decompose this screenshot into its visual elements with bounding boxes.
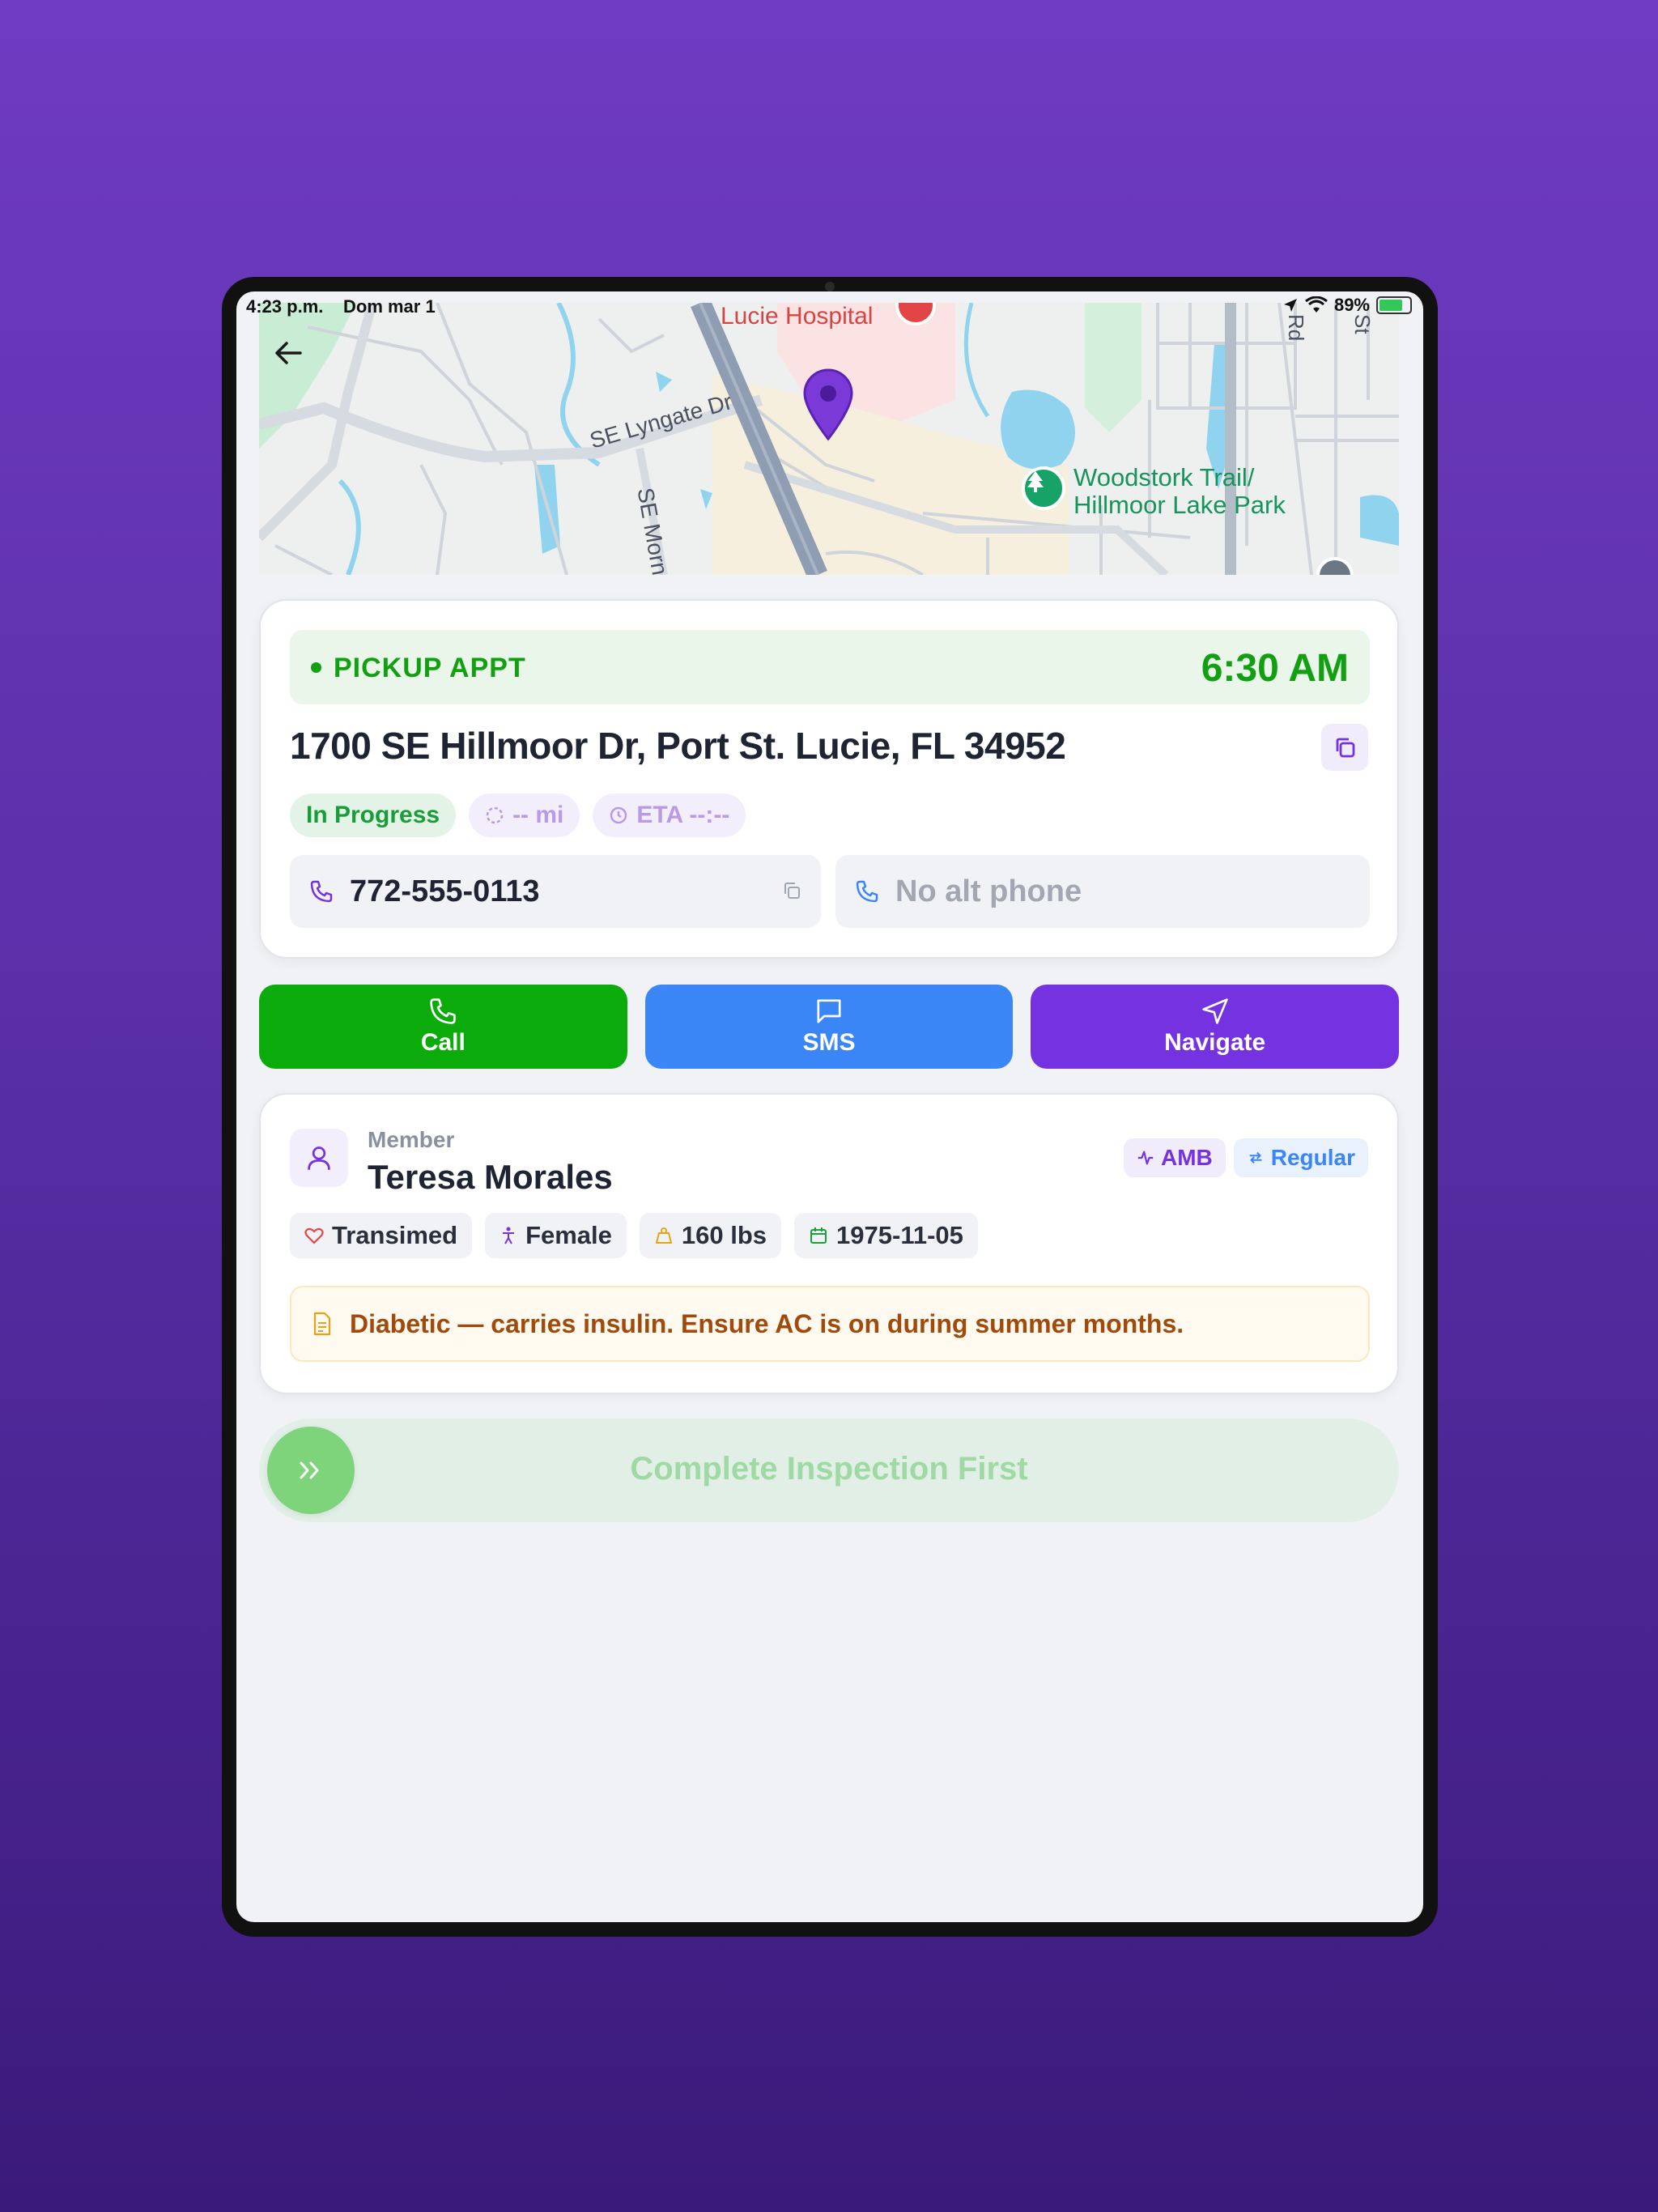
status-badge: In Progress bbox=[290, 793, 457, 837]
weight-chip: 160 lbs bbox=[639, 1213, 782, 1258]
navigation-arrow-icon bbox=[1201, 998, 1228, 1024]
arrow-left-icon bbox=[275, 342, 302, 364]
slider-label: Complete Inspection First bbox=[630, 1451, 1028, 1487]
crosshair-icon bbox=[486, 806, 504, 824]
distance-text: -- mi bbox=[512, 802, 564, 828]
call-label: Call bbox=[420, 1029, 466, 1056]
status-date: Dom mar 1 bbox=[343, 296, 436, 317]
member-note-text: Diabetic — carries insulin. Ensure AC is… bbox=[350, 1308, 1184, 1338]
pickup-label: PICKUP APPT bbox=[334, 653, 526, 683]
pickup-card: PICKUP APPT 6:30 AM 1700 SE Hillmoor Dr,… bbox=[259, 599, 1399, 959]
member-label: Member bbox=[368, 1127, 455, 1152]
battery-percent: 89% bbox=[1333, 295, 1370, 315]
dob-chip: 1975-11-05 bbox=[794, 1213, 978, 1258]
call-button[interactable]: Call bbox=[259, 985, 627, 1069]
insurance-text: Transimed bbox=[332, 1221, 458, 1249]
location-arrow-icon bbox=[1283, 299, 1297, 312]
clock-icon bbox=[610, 806, 627, 824]
alt-phone-text: No alt phone bbox=[895, 874, 1082, 908]
distance-chip: -- mi bbox=[469, 793, 580, 837]
app-screen: 4:23 p.m. Dom mar 1 89% Lucie Hospital S… bbox=[236, 291, 1423, 1922]
eta-text: ETA --:-- bbox=[636, 802, 730, 828]
document-icon bbox=[313, 1312, 331, 1336]
copy-address-button[interactable] bbox=[1321, 724, 1368, 771]
member-card: Member Teresa Morales AMB Regular Transi… bbox=[259, 1093, 1399, 1394]
copy-phone-icon[interactable] bbox=[782, 881, 801, 900]
member-info-chips: Transimed Female 160 lbs 1975-11-05 bbox=[290, 1213, 978, 1258]
gender-chip: Female bbox=[485, 1213, 627, 1258]
member-note: Diabetic — carries insulin. Ensure AC is… bbox=[290, 1286, 1370, 1362]
phone-icon bbox=[430, 998, 457, 1024]
weight-text: 160 lbs bbox=[681, 1221, 767, 1249]
back-button[interactable] bbox=[269, 334, 308, 372]
sms-label: SMS bbox=[802, 1029, 856, 1056]
pickup-status-dot bbox=[311, 662, 321, 673]
action-buttons: Call SMS Navigate bbox=[259, 985, 1400, 1069]
person-icon bbox=[503, 1227, 515, 1244]
regular-badge-label: Regular bbox=[1270, 1145, 1355, 1170]
tablet-device-frame: 4:23 p.m. Dom mar 1 89% Lucie Hospital S… bbox=[222, 277, 1438, 1937]
phone-alt-icon bbox=[856, 880, 878, 903]
trip-status-chips: In Progress -- mi ETA --:-- bbox=[290, 793, 746, 837]
map-label-park-2: Hillmoor Lake Park bbox=[1073, 491, 1286, 519]
weight-icon bbox=[655, 1227, 672, 1244]
regular-badge: Regular bbox=[1233, 1138, 1368, 1177]
member-name: Teresa Morales bbox=[368, 1158, 613, 1196]
dob-text: 1975-11-05 bbox=[836, 1221, 963, 1249]
park-icon bbox=[1022, 466, 1065, 510]
front-camera bbox=[825, 282, 835, 291]
user-icon bbox=[308, 1146, 330, 1170]
navigate-button[interactable]: Navigate bbox=[1031, 985, 1400, 1069]
calendar-icon bbox=[810, 1227, 827, 1244]
status-time: 4:23 p.m. bbox=[246, 296, 324, 317]
amb-badge: AMB bbox=[1123, 1138, 1226, 1177]
battery-icon bbox=[1376, 296, 1412, 314]
wifi-icon bbox=[1305, 296, 1328, 313]
trip-type-badges: AMB Regular bbox=[1123, 1138, 1368, 1177]
alt-phone-field: No alt phone bbox=[835, 855, 1370, 928]
activity-icon bbox=[1137, 1151, 1154, 1165]
complete-inspection-slider[interactable]: Complete Inspection First bbox=[259, 1419, 1399, 1522]
primary-phone-number: 772-555-0113 bbox=[350, 874, 540, 908]
destination-pin-icon[interactable] bbox=[801, 368, 855, 442]
navigate-label: Navigate bbox=[1164, 1029, 1266, 1056]
heart-icon bbox=[304, 1227, 324, 1244]
sms-button[interactable]: SMS bbox=[644, 985, 1014, 1069]
avatar bbox=[290, 1129, 348, 1187]
pickup-address: 1700 SE Hillmoor Dr, Port St. Lucie, FL … bbox=[290, 725, 1066, 767]
amb-badge-label: AMB bbox=[1160, 1145, 1213, 1170]
pickup-time: 6:30 AM bbox=[1201, 647, 1349, 690]
status-bar: 4:23 p.m. Dom mar 1 89% bbox=[236, 291, 1423, 324]
status-text: In Progress bbox=[306, 802, 440, 828]
route-map[interactable]: Lucie Hospital SE Lyngate Dr SE Morn Woo… bbox=[259, 303, 1399, 575]
status-indicators: 89% bbox=[1282, 295, 1412, 316]
message-icon bbox=[817, 999, 841, 1023]
pickup-banner: PICKUP APPT 6:30 AM bbox=[290, 630, 1370, 704]
insurance-chip: Transimed bbox=[290, 1213, 473, 1258]
map-label-park-1: Woodstork Trail/ bbox=[1073, 463, 1255, 491]
copy-icon bbox=[1336, 738, 1355, 758]
eta-chip: ETA --:-- bbox=[593, 793, 746, 837]
gender-text: Female bbox=[525, 1221, 612, 1249]
phone-icon bbox=[310, 880, 333, 903]
primary-phone-field[interactable]: 772-555-0113 bbox=[290, 855, 821, 928]
repeat-icon bbox=[1249, 1151, 1262, 1164]
